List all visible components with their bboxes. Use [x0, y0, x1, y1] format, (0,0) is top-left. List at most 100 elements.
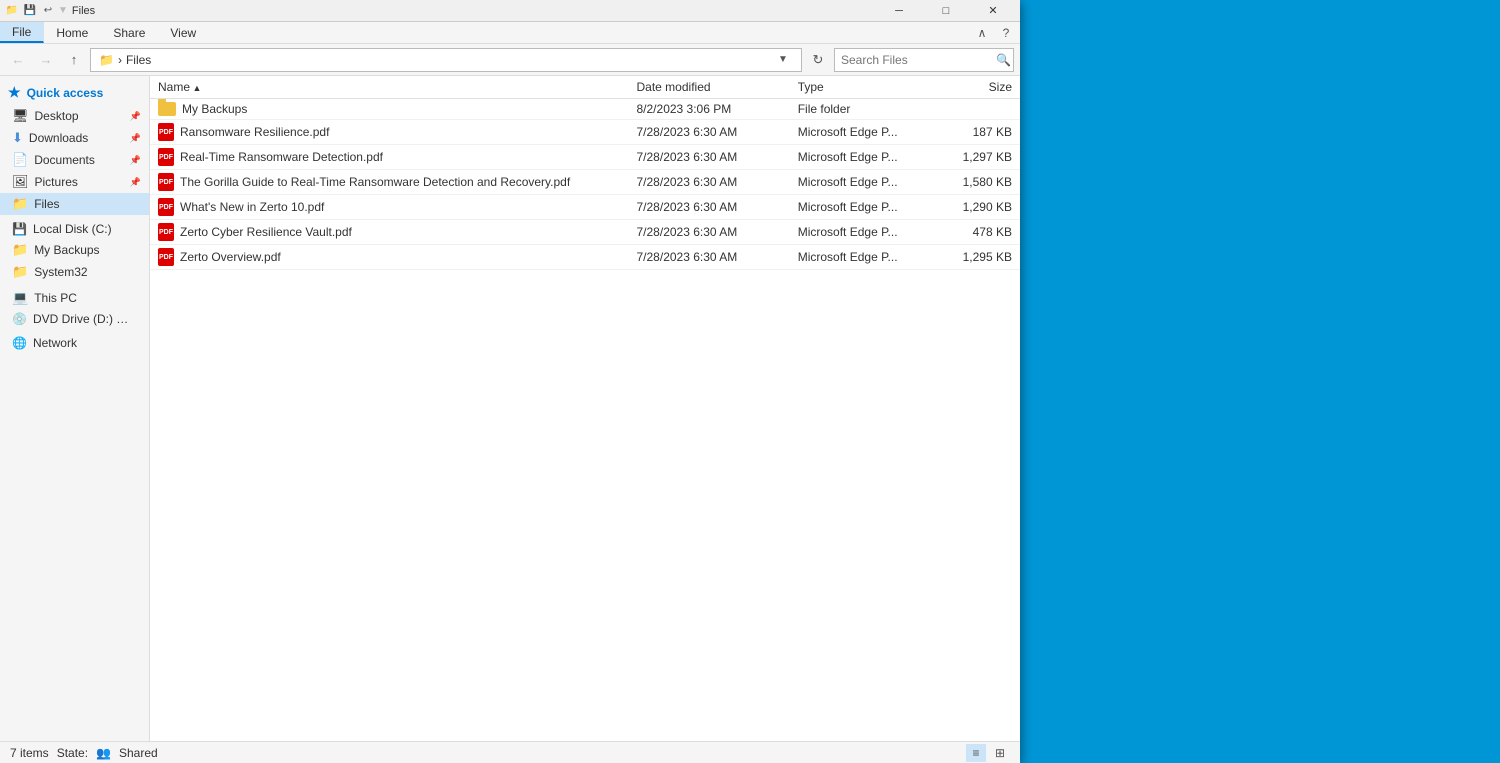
- file-name-cell: PDF Zerto Overview.pdf: [150, 245, 629, 270]
- sidebar-item-downloads[interactable]: ⬇ Downloads 📌: [0, 127, 149, 149]
- state-label: State:: [57, 746, 88, 760]
- desktop-pin-icon: 📌: [130, 111, 141, 122]
- pdf-icon: PDF: [158, 248, 174, 266]
- col-type[interactable]: Type: [790, 76, 943, 99]
- menu-share[interactable]: Share: [101, 22, 158, 43]
- menu-collapse-icon[interactable]: ∧: [972, 23, 992, 43]
- menu-file[interactable]: File: [0, 22, 44, 43]
- file-type: Microsoft Edge P...: [790, 120, 943, 145]
- file-type: File folder: [790, 99, 943, 120]
- sidebar-dvd-label: DVD Drive (D:) SSS_X1: [33, 312, 133, 326]
- path-separator: ›: [118, 53, 122, 67]
- sidebar-quick-access-header[interactable]: ★ Quick access: [0, 80, 149, 105]
- network-icon-sidebar: 🌐: [12, 336, 27, 350]
- address-box[interactable]: 📁 › Files ▼: [90, 48, 802, 72]
- menu-help-icon[interactable]: ?: [996, 23, 1016, 43]
- pictures-pin-icon: 📌: [130, 177, 141, 188]
- main-content: ★ Quick access 🖥 Desktop 📌 ⬇ Downloads 📌…: [0, 76, 1020, 741]
- menu-right: ∧ ?: [972, 22, 1020, 43]
- table-row[interactable]: PDF Ransomware Resilience.pdf 7/28/2023 …: [150, 120, 1020, 145]
- file-name: Real-Time Ransomware Detection.pdf: [180, 150, 383, 164]
- shared-label: Shared: [119, 746, 158, 760]
- table-row[interactable]: PDF The Gorilla Guide to Real-Time Ranso…: [150, 170, 1020, 195]
- sidebar-item-system32[interactable]: 📁 System32: [0, 261, 149, 283]
- table-row[interactable]: PDF Zerto Overview.pdf 7/28/2023 6:30 AM…: [150, 245, 1020, 270]
- path-folder-name: Files: [126, 53, 151, 67]
- file-type: Microsoft Edge P...: [790, 245, 943, 270]
- file-name: My Backups: [182, 102, 247, 116]
- title-bar-dropdown-icon[interactable]: ▼: [58, 5, 68, 16]
- sidebar-item-my-backups[interactable]: 📁 My Backups: [0, 239, 149, 261]
- file-date: 7/28/2023 6:30 AM: [629, 145, 790, 170]
- file-area: Name Date modified Type Size My Backups …: [150, 76, 1020, 741]
- file-size: [942, 99, 1020, 120]
- file-date: 7/28/2023 6:30 AM: [629, 170, 790, 195]
- forward-button: →: [34, 48, 58, 72]
- sidebar-item-desktop[interactable]: 🖥 Desktop 📌: [0, 105, 149, 127]
- file-date: 7/28/2023 6:30 AM: [629, 245, 790, 270]
- file-type: Microsoft Edge P...: [790, 195, 943, 220]
- maximize-button[interactable]: □: [923, 0, 969, 22]
- file-date: 8/2/2023 3:06 PM: [629, 99, 790, 120]
- pdf-icon: PDF: [158, 173, 174, 191]
- minimize-button[interactable]: ─: [876, 0, 922, 22]
- table-row[interactable]: PDF What's New in Zerto 10.pdf 7/28/2023…: [150, 195, 1020, 220]
- file-name: What's New in Zerto 10.pdf: [180, 200, 324, 214]
- undo-title-icon: ↩: [40, 3, 56, 19]
- view-details-button[interactable]: ≡: [966, 744, 986, 762]
- sidebar-item-files[interactable]: 📁 Files: [0, 193, 149, 215]
- folder-icon: [158, 102, 176, 116]
- system32-icon-sidebar: 📁: [12, 264, 28, 280]
- address-dropdown-btn[interactable]: ▼: [773, 49, 793, 71]
- file-date: 7/28/2023 6:30 AM: [629, 120, 790, 145]
- file-size: 1,290 KB: [942, 195, 1020, 220]
- sidebar-downloads-label: Downloads: [29, 131, 88, 145]
- file-type: Microsoft Edge P...: [790, 220, 943, 245]
- sidebar-item-documents[interactable]: 📄 Documents 📌: [0, 149, 149, 171]
- refresh-button[interactable]: ↻: [806, 48, 830, 72]
- folder-title-icon: 📁: [4, 3, 20, 19]
- documents-pin-icon: 📌: [130, 155, 141, 166]
- path-folder-icon: 📁: [99, 53, 114, 67]
- file-name-cell: PDF Ransomware Resilience.pdf: [150, 120, 629, 145]
- sidebar-item-pictures[interactable]: 🖼 Pictures 📌: [0, 171, 149, 193]
- this-pc-icon-sidebar: 💻: [12, 290, 28, 306]
- file-type: Microsoft Edge P...: [790, 170, 943, 195]
- menu-home[interactable]: Home: [44, 22, 101, 43]
- downloads-pin-icon: 📌: [130, 133, 141, 144]
- table-row[interactable]: My Backups 8/2/2023 3:06 PM File folder: [150, 99, 1020, 120]
- search-box[interactable]: 🔍: [834, 48, 1014, 72]
- up-button[interactable]: ↑: [62, 48, 86, 72]
- col-date-modified[interactable]: Date modified: [629, 76, 790, 99]
- file-name-cell: My Backups: [150, 99, 629, 120]
- file-name-cell: PDF Real-Time Ransomware Detection.pdf: [150, 145, 629, 170]
- window-title: Files: [72, 5, 876, 17]
- back-button: ←: [6, 48, 30, 72]
- address-bar-row: ← → ↑ 📁 › Files ▼ ↻ 🔍: [0, 44, 1020, 76]
- file-size: 1,580 KB: [942, 170, 1020, 195]
- sidebar-item-dvd-drive[interactable]: 💿 DVD Drive (D:) SSS_X1: [0, 309, 149, 329]
- downloads-icon-sidebar: ⬇: [12, 130, 23, 146]
- table-row[interactable]: PDF Zerto Cyber Resilience Vault.pdf 7/2…: [150, 220, 1020, 245]
- menu-view[interactable]: View: [158, 22, 209, 43]
- dvd-icon-sidebar: 💿: [12, 312, 27, 326]
- sidebar-documents-label: Documents: [34, 153, 95, 167]
- col-name[interactable]: Name: [150, 76, 629, 99]
- close-button[interactable]: ✕: [970, 0, 1016, 22]
- my-backups-icon-sidebar: 📁: [12, 242, 28, 258]
- sidebar-item-local-disk[interactable]: 💾 Local Disk (C:): [0, 219, 149, 239]
- shared-icon: 👥: [96, 746, 111, 760]
- file-name-cell: PDF The Gorilla Guide to Real-Time Ranso…: [150, 170, 629, 195]
- table-row[interactable]: PDF Real-Time Ransomware Detection.pdf 7…: [150, 145, 1020, 170]
- search-input[interactable]: [841, 53, 996, 67]
- col-size[interactable]: Size: [942, 76, 1020, 99]
- sidebar-item-this-pc[interactable]: 💻 This PC: [0, 287, 149, 309]
- pictures-icon-sidebar: 🖼: [12, 174, 29, 190]
- file-date: 7/28/2023 6:30 AM: [629, 195, 790, 220]
- quick-access-icon: ★: [8, 84, 21, 101]
- sidebar-item-network[interactable]: 🌐 Network: [0, 333, 149, 353]
- file-size: 1,295 KB: [942, 245, 1020, 270]
- sidebar-system32-label: System32: [34, 265, 87, 279]
- sidebar-pictures-label: Pictures: [35, 175, 78, 189]
- view-tiles-button[interactable]: ⊞: [990, 744, 1010, 762]
